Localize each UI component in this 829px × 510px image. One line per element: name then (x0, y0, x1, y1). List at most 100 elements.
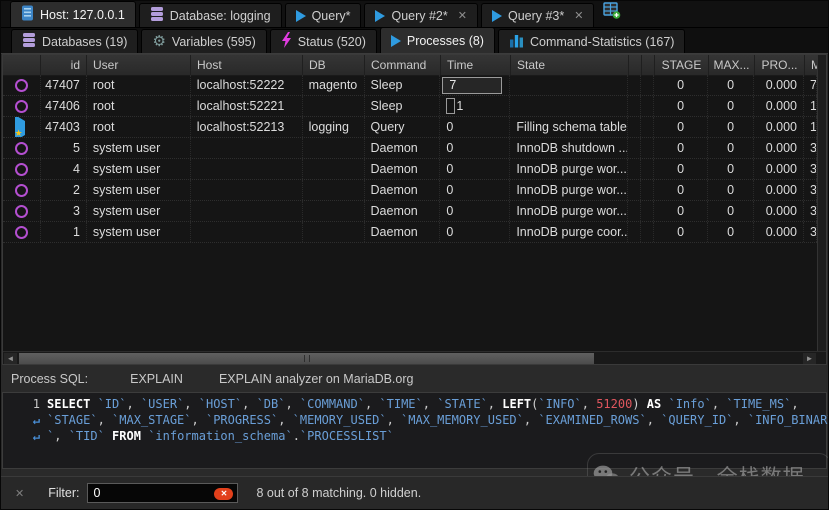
tab-host-127-0-0-1[interactable]: Host: 127.0.0.1 (10, 1, 136, 27)
cell-user[interactable]: system user (87, 201, 191, 221)
cell-spacer1[interactable] (628, 201, 641, 221)
column-header-state[interactable]: State (511, 55, 629, 75)
cell-row_icon[interactable] (3, 159, 41, 179)
tab-status-520[interactable]: Status (520) (270, 29, 377, 53)
cell-max_stage[interactable]: 0 (708, 222, 754, 242)
cell-progress[interactable]: 0.000 (754, 222, 804, 242)
cell-state[interactable]: InnoDB purge wor... (510, 180, 628, 200)
tab-query[interactable]: Query* (285, 3, 362, 27)
table-row[interactable]: 5system userDaemon0InnoDB shutdown ...00… (3, 138, 817, 159)
cell-time[interactable]: 7 (440, 75, 510, 95)
cell-progress[interactable]: 0.000 (754, 138, 804, 158)
cell-spacer1[interactable] (628, 159, 641, 179)
cell-time[interactable]: 0 (440, 117, 510, 137)
cell-spacer2[interactable] (641, 201, 654, 221)
cell-time[interactable]: 0 (440, 138, 510, 158)
column-header-row_icon[interactable] (3, 55, 41, 75)
new-query-button[interactable] (603, 2, 621, 24)
cell-host[interactable] (191, 138, 303, 158)
cell-max_stage[interactable]: 0 (708, 159, 754, 179)
table-row[interactable]: 47406rootlocalhost:52221Sleep1000.0001 (3, 96, 817, 117)
cell-spacer2[interactable] (641, 75, 654, 95)
column-header-id[interactable]: id (41, 55, 87, 75)
cell-user[interactable]: system user (87, 180, 191, 200)
cell-command[interactable]: Sleep (365, 96, 441, 116)
close-tab-icon[interactable]: ✕ (458, 9, 467, 22)
cell-memory[interactable]: 1 (804, 96, 817, 116)
cell-spacer1[interactable] (628, 222, 641, 242)
cell-stage[interactable]: 0 (654, 222, 708, 242)
column-header-max_stage[interactable]: MAX... (709, 55, 755, 75)
clear-filter-icon[interactable]: ✕ (214, 488, 233, 500)
cell-command[interactable]: Sleep (365, 75, 441, 95)
tab-query-3[interactable]: Query #3*✕ (481, 3, 595, 27)
cell-db[interactable]: logging (303, 117, 365, 137)
cell-db[interactable] (303, 138, 365, 158)
cell-stage[interactable]: 0 (654, 138, 708, 158)
cell-user[interactable]: system user (87, 159, 191, 179)
column-header-spacer1[interactable] (629, 55, 642, 75)
cell-progress[interactable]: 0.000 (754, 117, 804, 137)
cell-memory[interactable]: 3 (804, 180, 817, 200)
column-header-host[interactable]: Host (191, 55, 303, 75)
cell-spacer1[interactable] (628, 75, 641, 95)
cell-state[interactable]: Filling schema table (510, 117, 628, 137)
table-row[interactable]: 3system userDaemon0InnoDB purge wor...00… (3, 201, 817, 222)
cell-time[interactable]: 0 (440, 180, 510, 200)
cell-progress[interactable]: 0.000 (754, 159, 804, 179)
cell-command[interactable]: Query (365, 117, 441, 137)
cell-max_stage[interactable]: 0 (708, 180, 754, 200)
cell-max_stage[interactable]: 0 (708, 96, 754, 116)
scroll-left-arrow-icon[interactable]: ◄ (4, 353, 17, 364)
vertical-scrollbar[interactable] (817, 55, 826, 351)
sql-editor[interactable]: 1SELECT `ID`, `USER`, `HOST`, `DB`, `COM… (2, 392, 827, 469)
cell-row_icon[interactable] (3, 222, 41, 242)
cell-memory[interactable]: 3 (804, 222, 817, 242)
cell-time[interactable]: 0 (440, 159, 510, 179)
cell-command[interactable]: Daemon (365, 159, 441, 179)
column-header-db[interactable]: DB (303, 55, 365, 75)
table-row[interactable]: 4system userDaemon0InnoDB purge wor...00… (3, 159, 817, 180)
table-row[interactable]: 47407rootlocalhost:52222magentoSleep7000… (3, 75, 817, 96)
cell-db[interactable] (303, 96, 365, 116)
cell-db[interactable] (303, 180, 365, 200)
cell-id[interactable]: 3 (41, 201, 87, 221)
cell-command[interactable]: Daemon (365, 138, 441, 158)
scroll-right-arrow-icon[interactable]: ► (803, 353, 816, 364)
cell-spacer1[interactable] (628, 138, 641, 158)
close-tab-icon[interactable]: ✕ (574, 9, 583, 22)
tab-database-logging[interactable]: Database: logging (139, 3, 282, 27)
cell-db[interactable] (303, 159, 365, 179)
column-header-time[interactable]: Time (441, 55, 511, 75)
tab-variables-595[interactable]: ⚙Variables (595) (141, 29, 266, 53)
column-header-command[interactable]: Command (365, 55, 441, 75)
cell-user[interactable]: root (87, 96, 191, 116)
cell-spacer1[interactable] (628, 117, 641, 137)
cell-id[interactable]: 4 (41, 159, 87, 179)
cell-memory[interactable]: 3 (804, 201, 817, 221)
explain-analyzer-button[interactable]: EXPLAIN analyzer on MariaDB.org (219, 372, 414, 386)
cell-progress[interactable]: 0.000 (754, 96, 804, 116)
cell-id[interactable]: 2 (41, 180, 87, 200)
cell-progress[interactable]: 0.000 (754, 180, 804, 200)
cell-max_stage[interactable]: 0 (708, 117, 754, 137)
cell-host[interactable]: localhost:52222 (191, 75, 303, 95)
time-cell-editor[interactable]: 7 (442, 77, 502, 94)
tab-databases-19[interactable]: Databases (19) (11, 29, 138, 53)
cell-stage[interactable]: 0 (654, 180, 708, 200)
new-query-icon[interactable] (603, 6, 621, 23)
cell-host[interactable] (191, 159, 303, 179)
cell-spacer1[interactable] (628, 180, 641, 200)
cell-row_icon[interactable] (3, 75, 41, 95)
cell-stage[interactable]: 0 (654, 117, 708, 137)
cell-memory[interactable]: 3 (804, 138, 817, 158)
cell-user[interactable]: root (87, 75, 191, 95)
cell-progress[interactable]: 0.000 (754, 75, 804, 95)
cell-id[interactable]: 47406 (41, 96, 87, 116)
cell-user[interactable]: root (87, 117, 191, 137)
cell-spacer2[interactable] (641, 222, 654, 242)
cell-host[interactable]: localhost:52221 (191, 96, 303, 116)
cell-spacer2[interactable] (641, 96, 654, 116)
cell-command[interactable]: Daemon (365, 180, 441, 200)
cell-spacer2[interactable] (641, 159, 654, 179)
